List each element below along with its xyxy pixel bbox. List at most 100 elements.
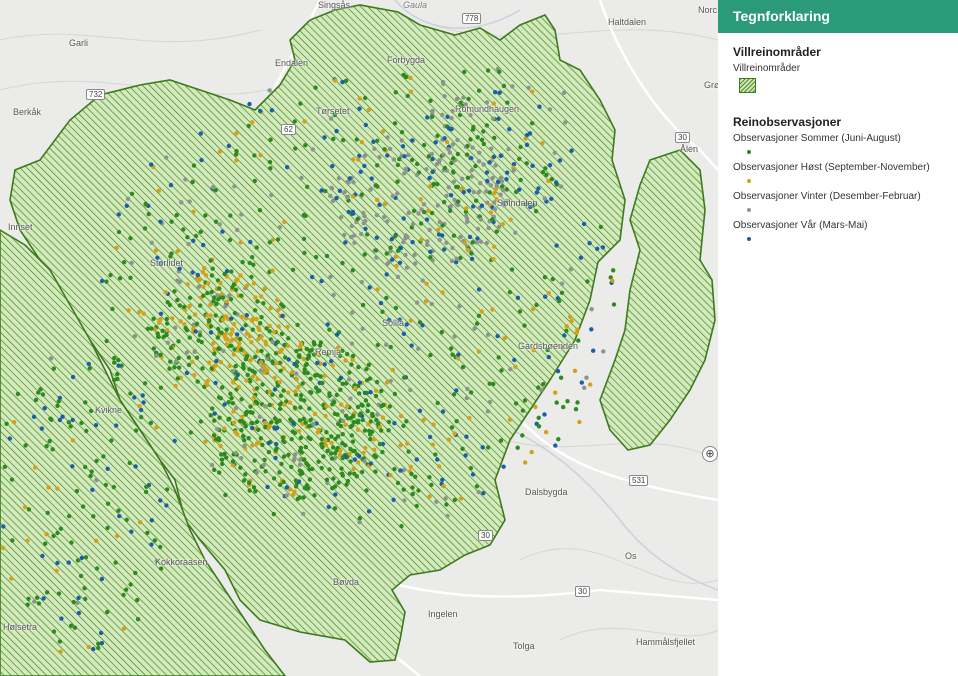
observation-point[interactable] (156, 334, 161, 340)
observation-point[interactable] (488, 210, 494, 215)
observation-point[interactable] (410, 491, 415, 497)
observation-point[interactable] (385, 153, 390, 158)
observation-point[interactable] (398, 443, 403, 448)
observation-point[interactable] (493, 90, 498, 95)
observation-point[interactable] (193, 233, 199, 239)
observation-point[interactable] (490, 217, 495, 222)
observation-point[interactable] (452, 497, 457, 503)
observation-point[interactable] (238, 240, 243, 245)
observation-point[interactable] (303, 362, 308, 368)
observation-point[interactable] (426, 208, 431, 213)
observation-point[interactable] (404, 322, 409, 327)
observation-point[interactable] (361, 450, 366, 456)
observation-point[interactable] (241, 438, 247, 443)
observation-point[interactable] (233, 363, 238, 369)
observation-point[interactable] (170, 316, 175, 321)
observation-point[interactable] (440, 477, 445, 482)
observation-point[interactable] (540, 141, 545, 146)
observation-point[interactable] (334, 128, 339, 134)
observation-point[interactable] (140, 393, 145, 398)
observation-point[interactable] (405, 93, 410, 99)
observation-point[interactable] (309, 348, 314, 353)
observation-point[interactable] (325, 448, 330, 454)
observation-point[interactable] (524, 142, 530, 147)
observation-point[interactable] (79, 420, 84, 426)
observation-point[interactable] (405, 441, 410, 446)
observation-point[interactable] (398, 246, 403, 251)
observation-point[interactable] (458, 255, 463, 261)
observation-point[interactable] (244, 283, 250, 288)
observation-point[interactable] (105, 609, 110, 615)
observation-point[interactable] (244, 409, 249, 415)
observation-point[interactable] (164, 503, 169, 508)
observation-point[interactable] (190, 359, 195, 364)
observation-point[interactable] (202, 265, 207, 271)
observation-point[interactable] (444, 193, 449, 199)
observation-point[interactable] (284, 493, 289, 498)
observation-point[interactable] (198, 131, 203, 136)
observation-point[interactable] (393, 90, 398, 95)
observation-point[interactable] (319, 278, 324, 284)
observation-point[interactable] (143, 489, 149, 495)
observation-point[interactable] (340, 455, 345, 461)
observation-point[interactable] (518, 144, 523, 150)
observation-point[interactable] (39, 426, 44, 431)
observation-point[interactable] (306, 435, 311, 440)
observation-point[interactable] (303, 444, 308, 450)
observation-point[interactable] (440, 223, 445, 228)
observation-point[interactable] (575, 327, 580, 332)
observation-point[interactable] (44, 444, 49, 449)
observation-point[interactable] (367, 285, 372, 290)
observation-point[interactable] (542, 412, 547, 417)
observation-point[interactable] (485, 178, 490, 184)
observation-point[interactable] (341, 232, 347, 238)
observation-point[interactable] (230, 327, 235, 332)
observation-point[interactable] (496, 224, 502, 229)
observation-point[interactable] (463, 453, 468, 458)
observation-point[interactable] (250, 327, 255, 332)
observation-point[interactable] (498, 192, 503, 197)
observation-point[interactable] (375, 287, 380, 292)
observation-point[interactable] (414, 503, 419, 509)
observation-point[interactable] (348, 459, 353, 464)
observation-point[interactable] (243, 472, 248, 477)
observation-point[interactable] (448, 204, 453, 209)
observation-point[interactable] (363, 122, 368, 128)
observation-point[interactable] (328, 193, 333, 199)
observation-point[interactable] (42, 406, 47, 411)
observation-point[interactable] (158, 566, 164, 571)
observation-point[interactable] (343, 240, 348, 245)
observation-point[interactable] (167, 366, 172, 371)
observation-point[interactable] (299, 175, 304, 181)
observation-point[interactable] (492, 244, 497, 249)
observation-point[interactable] (217, 415, 222, 420)
observation-point[interactable] (278, 368, 283, 374)
observation-point[interactable] (352, 457, 357, 462)
observation-point[interactable] (408, 387, 413, 393)
observation-point[interactable] (153, 248, 159, 253)
observation-point[interactable] (356, 364, 361, 370)
observation-point[interactable] (460, 446, 465, 451)
observation-point[interactable] (149, 518, 154, 523)
observation-point[interactable] (117, 513, 122, 519)
observation-point[interactable] (450, 142, 456, 147)
observation-point[interactable] (345, 179, 350, 185)
observation-point[interactable] (507, 290, 513, 295)
observation-point[interactable] (137, 404, 142, 409)
observation-point[interactable] (186, 355, 192, 360)
observation-point[interactable] (272, 375, 277, 380)
observation-point[interactable] (184, 370, 190, 376)
observation-point[interactable] (343, 422, 348, 427)
observation-point[interactable] (173, 383, 178, 389)
observation-point[interactable] (40, 553, 45, 559)
observation-point[interactable] (428, 249, 433, 254)
observation-point[interactable] (98, 630, 104, 636)
observation-point[interactable] (128, 236, 133, 241)
observation-point[interactable] (254, 441, 260, 446)
observation-point[interactable] (359, 231, 364, 237)
observation-point[interactable] (238, 273, 243, 278)
observation-point[interactable] (169, 251, 174, 256)
observation-point[interactable] (340, 381, 345, 386)
observation-point[interactable] (357, 96, 362, 101)
observation-point[interactable] (366, 509, 372, 514)
